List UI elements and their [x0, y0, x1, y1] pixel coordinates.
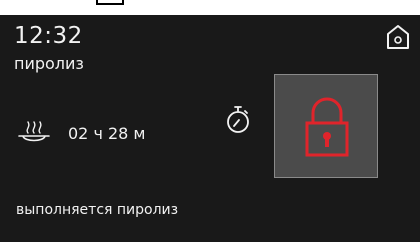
- stopwatch-icon[interactable]: [225, 105, 251, 134]
- status-message: выполняется пиролиз: [16, 202, 179, 218]
- home-icon[interactable]: [386, 24, 410, 50]
- cycle-duration: 02 ч 28 м: [68, 124, 146, 143]
- oven-display: 12:32 пиролиз 02 ч 28 м выполняется пиро…: [0, 15, 420, 242]
- lock-button[interactable]: [274, 74, 378, 178]
- partial-top-icon: [96, 0, 124, 5]
- lock-icon: [305, 97, 349, 157]
- steam-icon: [17, 117, 51, 145]
- mode-label: пиролиз: [14, 54, 84, 73]
- top-strip: [0, 0, 420, 15]
- clock-time: 12:32: [14, 23, 83, 49]
